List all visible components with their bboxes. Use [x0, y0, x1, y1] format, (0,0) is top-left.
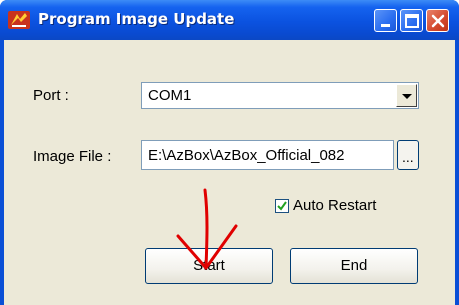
- image-file-label: Image File :: [33, 148, 112, 165]
- minimize-button[interactable]: [374, 9, 397, 32]
- port-dropdown-button[interactable]: [396, 84, 417, 107]
- maximize-icon: [405, 14, 419, 28]
- close-button[interactable]: [426, 9, 449, 32]
- port-select-value: COM1: [148, 87, 192, 104]
- port-select[interactable]: COM1: [141, 82, 419, 109]
- start-button[interactable]: Start: [145, 248, 273, 284]
- auto-restart-label[interactable]: Auto Restart: [293, 197, 376, 214]
- maximize-button[interactable]: [400, 9, 423, 32]
- browse-button-label: ...: [402, 149, 414, 165]
- image-file-input[interactable]: E:\AzBox\AzBox_Official_082: [141, 140, 394, 170]
- browse-button[interactable]: ...: [397, 140, 419, 170]
- auto-restart-checkbox[interactable]: [275, 199, 289, 213]
- title-bar[interactable]: Program Image Update: [0, 0, 459, 40]
- port-label: Port :: [33, 87, 69, 104]
- chevron-down-icon: [402, 94, 412, 99]
- checkmark-icon: [277, 201, 287, 211]
- end-button[interactable]: End: [290, 248, 418, 284]
- image-file-value: E:\AzBox\AzBox_Official_082: [148, 147, 345, 164]
- window-title: Program Image Update: [38, 10, 235, 28]
- minimize-icon: [381, 24, 390, 27]
- close-icon: [431, 14, 445, 28]
- app-logo-icon: [8, 10, 30, 30]
